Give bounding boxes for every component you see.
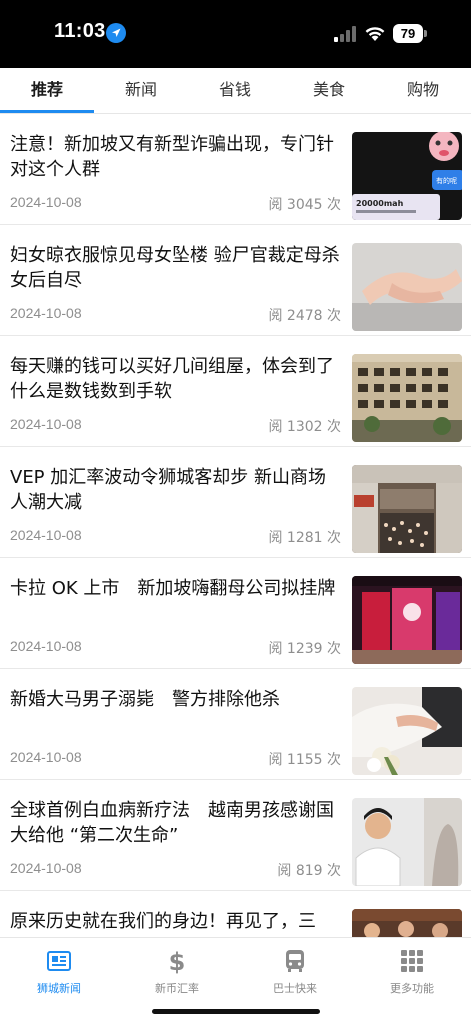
svg-text:20000mah: 20000mah <box>356 199 404 208</box>
article-title: 新婚大马男子溺毙 警方排除他杀 <box>10 689 280 710</box>
nav-exchange-rate[interactable]: $ 新币汇率 <box>118 948 236 998</box>
category-tabs: 推荐 新闻 省钱 美食 购物 <box>0 68 471 114</box>
nav-lion-city-news[interactable]: 狮城新闻 <box>0 948 118 998</box>
svg-text:有的呢: 有的呢 <box>436 176 457 185</box>
bus-icon <box>286 950 304 972</box>
battery-icon: 79 <box>393 24 427 43</box>
article-date: 2024-10-08 <box>10 527 82 543</box>
article-date: 2024-10-08 <box>10 749 82 765</box>
article-item[interactable]: 妇女晾衣服惊见母女坠楼 验尸官裁定母杀女后自尽 2024-10-08 阅 247… <box>0 225 471 336</box>
article-thumbnail: 有的呢 20000mah <box>352 132 462 220</box>
article-date: 2024-10-08 <box>10 194 82 210</box>
nav-bus-arrival[interactable]: 巴士快来 <box>236 948 354 998</box>
nav-label: 新币汇率 <box>155 982 199 995</box>
article-item[interactable]: 卡拉 OK 上市 新加坡嗨翻母公司拟挂牌 2024-10-08 阅 1239 次 <box>0 558 471 669</box>
battery-level: 79 <box>393 24 423 43</box>
article-item[interactable]: VEP 加汇率波动令狮城客却步 新山商场人潮大减 2024-10-08 阅 12… <box>0 447 471 558</box>
article-title: 原来历史就在我们的身边！再见了，三 <box>10 911 316 932</box>
newspaper-icon <box>47 951 71 971</box>
article-title: 全球首例白血病新疗法 越南男孩感谢国大给他 “第二次生命” <box>10 800 334 846</box>
grid-icon <box>401 950 423 972</box>
article-title: VEP 加汇率波动令狮城客却步 新山商场人潮大减 <box>10 467 326 513</box>
article-views: 阅 1281 次 <box>268 530 341 546</box>
article-thumbnail <box>352 354 462 442</box>
cellular-signal-icon <box>334 26 356 42</box>
article-date: 2024-10-08 <box>10 305 82 321</box>
article-views: 阅 819 次 <box>277 863 341 879</box>
article-title: 妇女晾衣服惊见母女坠楼 验尸官裁定母杀女后自尽 <box>10 245 340 291</box>
article-views: 阅 1239 次 <box>268 641 341 657</box>
article-item[interactable]: 注意！新加坡又有新型诈骗出现，专门针对这个人群 2024-10-08 阅 304… <box>0 114 471 225</box>
tab-recommended[interactable]: 推荐 <box>0 68 94 114</box>
home-indicator[interactable] <box>152 1009 320 1014</box>
article-date: 2024-10-08 <box>10 860 82 876</box>
nav-label: 更多功能 <box>390 982 434 995</box>
article-thumbnail <box>352 465 462 553</box>
article-thumbnail <box>352 243 462 331</box>
wifi-icon <box>365 27 385 41</box>
status-bar: 11:03 79 <box>0 0 471 68</box>
article-item[interactable]: 新婚大马男子溺毙 警方排除他杀 2024-10-08 阅 1155 次 <box>0 669 471 780</box>
article-views: 阅 2478 次 <box>268 308 341 324</box>
nav-label: 狮城新闻 <box>37 982 81 995</box>
svg-text:$: $ <box>169 948 186 974</box>
nav-label: 巴士快来 <box>273 982 317 995</box>
article-date: 2024-10-08 <box>10 638 82 654</box>
article-thumbnail <box>352 798 462 886</box>
article-views: 阅 3045 次 <box>268 197 341 213</box>
article-title: 注意！新加坡又有新型诈骗出现，专门针对这个人群 <box>10 134 334 180</box>
active-tab-indicator <box>0 110 94 113</box>
tab-shopping[interactable]: 购物 <box>376 68 470 114</box>
article-views: 阅 1302 次 <box>268 419 341 435</box>
dollar-icon: $ <box>169 948 186 974</box>
status-time: 11:03 <box>54 20 106 42</box>
article-date: 2024-10-08 <box>10 416 82 432</box>
tab-food[interactable]: 美食 <box>282 68 376 114</box>
tab-save-money[interactable]: 省钱 <box>188 68 282 114</box>
article-list: 注意！新加坡又有新型诈骗出现，专门针对这个人群 2024-10-08 阅 304… <box>0 114 471 951</box>
article-views: 阅 1155 次 <box>268 752 341 768</box>
article-item[interactable]: 全球首例白血病新疗法 越南男孩感谢国大给他 “第二次生命” 2024-10-08… <box>0 780 471 891</box>
location-arrow-icon <box>106 23 126 43</box>
article-title: 卡拉 OK 上市 新加坡嗨翻母公司拟挂牌 <box>10 578 336 599</box>
article-thumbnail <box>352 687 462 775</box>
article-thumbnail <box>352 576 462 664</box>
tab-news[interactable]: 新闻 <box>94 68 188 114</box>
nav-more-features[interactable]: 更多功能 <box>353 948 471 998</box>
article-title: 每天赚的钱可以买好几间组屋，体会到了什么是数钱数到手软 <box>10 356 334 402</box>
article-item[interactable]: 每天赚的钱可以买好几间组屋，体会到了什么是数钱数到手软 2024-10-08 阅… <box>0 336 471 447</box>
